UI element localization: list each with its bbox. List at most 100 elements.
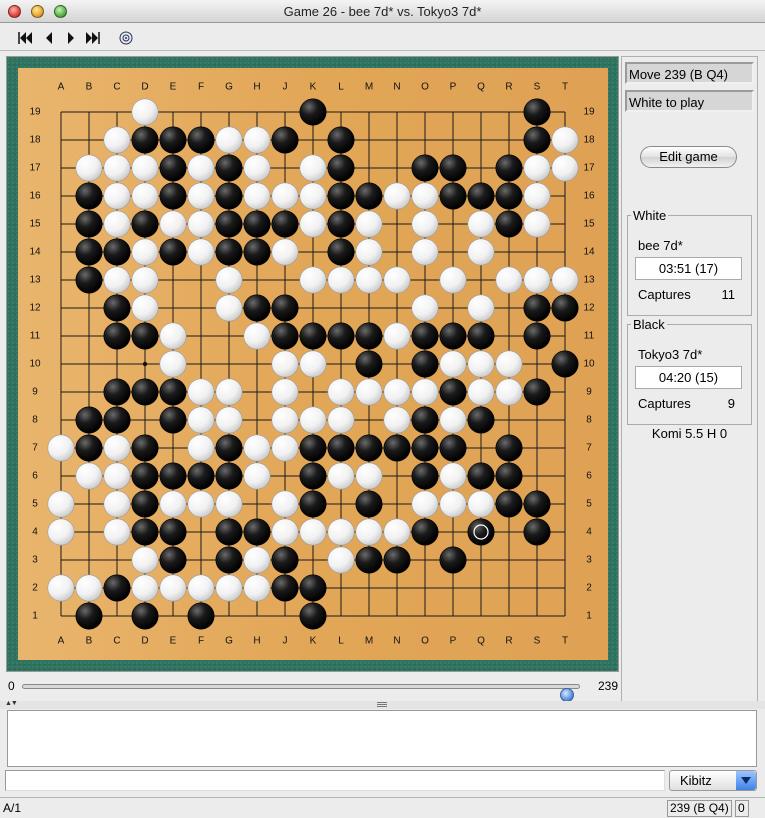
- black-stone[interactable]: [355, 350, 383, 378]
- white-stone[interactable]: [355, 378, 383, 406]
- black-stone[interactable]: [243, 210, 271, 238]
- white-stone[interactable]: [411, 294, 439, 322]
- white-stone[interactable]: [355, 238, 383, 266]
- white-stone[interactable]: [355, 518, 383, 546]
- white-stone[interactable]: [159, 574, 187, 602]
- white-stone[interactable]: [523, 210, 551, 238]
- black-stone[interactable]: [439, 434, 467, 462]
- white-stone[interactable]: [103, 518, 131, 546]
- black-stone[interactable]: [383, 434, 411, 462]
- black-stone[interactable]: [159, 406, 187, 434]
- next-move-button[interactable]: [60, 28, 82, 48]
- black-stone[interactable]: [159, 378, 187, 406]
- black-stone[interactable]: [523, 518, 551, 546]
- white-stone[interactable]: [215, 574, 243, 602]
- black-stone[interactable]: [439, 322, 467, 350]
- black-stone[interactable]: [495, 434, 523, 462]
- black-stone[interactable]: [243, 518, 271, 546]
- black-stone[interactable]: [523, 490, 551, 518]
- black-stone[interactable]: [299, 98, 327, 126]
- white-stone[interactable]: [131, 294, 159, 322]
- white-stone[interactable]: [103, 210, 131, 238]
- black-stone[interactable]: [551, 294, 579, 322]
- white-stone[interactable]: [243, 126, 271, 154]
- chat-input[interactable]: [5, 770, 665, 791]
- black-stone[interactable]: [75, 602, 103, 630]
- black-stone[interactable]: [187, 462, 215, 490]
- white-stone[interactable]: [187, 406, 215, 434]
- black-stone[interactable]: [523, 126, 551, 154]
- white-stone[interactable]: [187, 210, 215, 238]
- white-stone[interactable]: [131, 98, 159, 126]
- white-stone[interactable]: [187, 434, 215, 462]
- black-stone[interactable]: [355, 182, 383, 210]
- black-stone[interactable]: [131, 434, 159, 462]
- white-stone[interactable]: [467, 238, 495, 266]
- black-stone[interactable]: [271, 294, 299, 322]
- black-stone[interactable]: [523, 322, 551, 350]
- black-stone[interactable]: [187, 126, 215, 154]
- black-stone[interactable]: [243, 238, 271, 266]
- white-stone[interactable]: [75, 462, 103, 490]
- black-stone[interactable]: [523, 294, 551, 322]
- black-stone[interactable]: [299, 490, 327, 518]
- white-stone[interactable]: [243, 434, 271, 462]
- black-stone[interactable]: [159, 154, 187, 182]
- black-stone[interactable]: [159, 126, 187, 154]
- white-stone[interactable]: [299, 182, 327, 210]
- white-stone[interactable]: [271, 434, 299, 462]
- black-stone[interactable]: [495, 154, 523, 182]
- black-stone[interactable]: [355, 546, 383, 574]
- white-stone[interactable]: [411, 210, 439, 238]
- white-stone[interactable]: [271, 490, 299, 518]
- black-stone[interactable]: [271, 210, 299, 238]
- slider-thumb[interactable]: [560, 688, 574, 702]
- white-stone[interactable]: [103, 182, 131, 210]
- black-stone[interactable]: [439, 546, 467, 574]
- white-stone[interactable]: [299, 210, 327, 238]
- black-stone[interactable]: [439, 378, 467, 406]
- black-stone[interactable]: [271, 546, 299, 574]
- white-stone[interactable]: [131, 546, 159, 574]
- white-stone[interactable]: [159, 322, 187, 350]
- white-stone[interactable]: [411, 378, 439, 406]
- black-stone[interactable]: [187, 602, 215, 630]
- white-stone[interactable]: [299, 518, 327, 546]
- white-stone[interactable]: [215, 490, 243, 518]
- white-stone[interactable]: [327, 266, 355, 294]
- white-stone[interactable]: [327, 378, 355, 406]
- white-stone[interactable]: [243, 182, 271, 210]
- white-stone[interactable]: [103, 490, 131, 518]
- black-stone[interactable]: [271, 126, 299, 154]
- white-stone[interactable]: [523, 154, 551, 182]
- white-stone[interactable]: [523, 266, 551, 294]
- white-stone[interactable]: [243, 574, 271, 602]
- white-stone[interactable]: [131, 154, 159, 182]
- white-stone[interactable]: [327, 406, 355, 434]
- black-stone[interactable]: [467, 182, 495, 210]
- pane-splitter[interactable]: ▲▼: [0, 700, 765, 709]
- black-stone[interactable]: [327, 322, 355, 350]
- chevron-down-icon[interactable]: [736, 771, 756, 790]
- white-stone[interactable]: [327, 462, 355, 490]
- black-stone[interactable]: [215, 154, 243, 182]
- black-stone[interactable]: [75, 238, 103, 266]
- black-stone[interactable]: [411, 154, 439, 182]
- black-stone[interactable]: [131, 210, 159, 238]
- white-stone[interactable]: [495, 378, 523, 406]
- black-stone[interactable]: [495, 490, 523, 518]
- white-stone[interactable]: [299, 154, 327, 182]
- black-stone[interactable]: [327, 434, 355, 462]
- white-stone[interactable]: [439, 462, 467, 490]
- black-stone[interactable]: [75, 210, 103, 238]
- white-stone[interactable]: [495, 350, 523, 378]
- white-stone[interactable]: [75, 574, 103, 602]
- white-stone[interactable]: [215, 378, 243, 406]
- black-stone[interactable]: [103, 574, 131, 602]
- black-stone[interactable]: [439, 182, 467, 210]
- edit-game-button[interactable]: Edit game: [640, 146, 737, 168]
- white-stone[interactable]: [551, 154, 579, 182]
- white-stone[interactable]: [467, 350, 495, 378]
- black-stone[interactable]: [103, 406, 131, 434]
- black-stone[interactable]: [159, 462, 187, 490]
